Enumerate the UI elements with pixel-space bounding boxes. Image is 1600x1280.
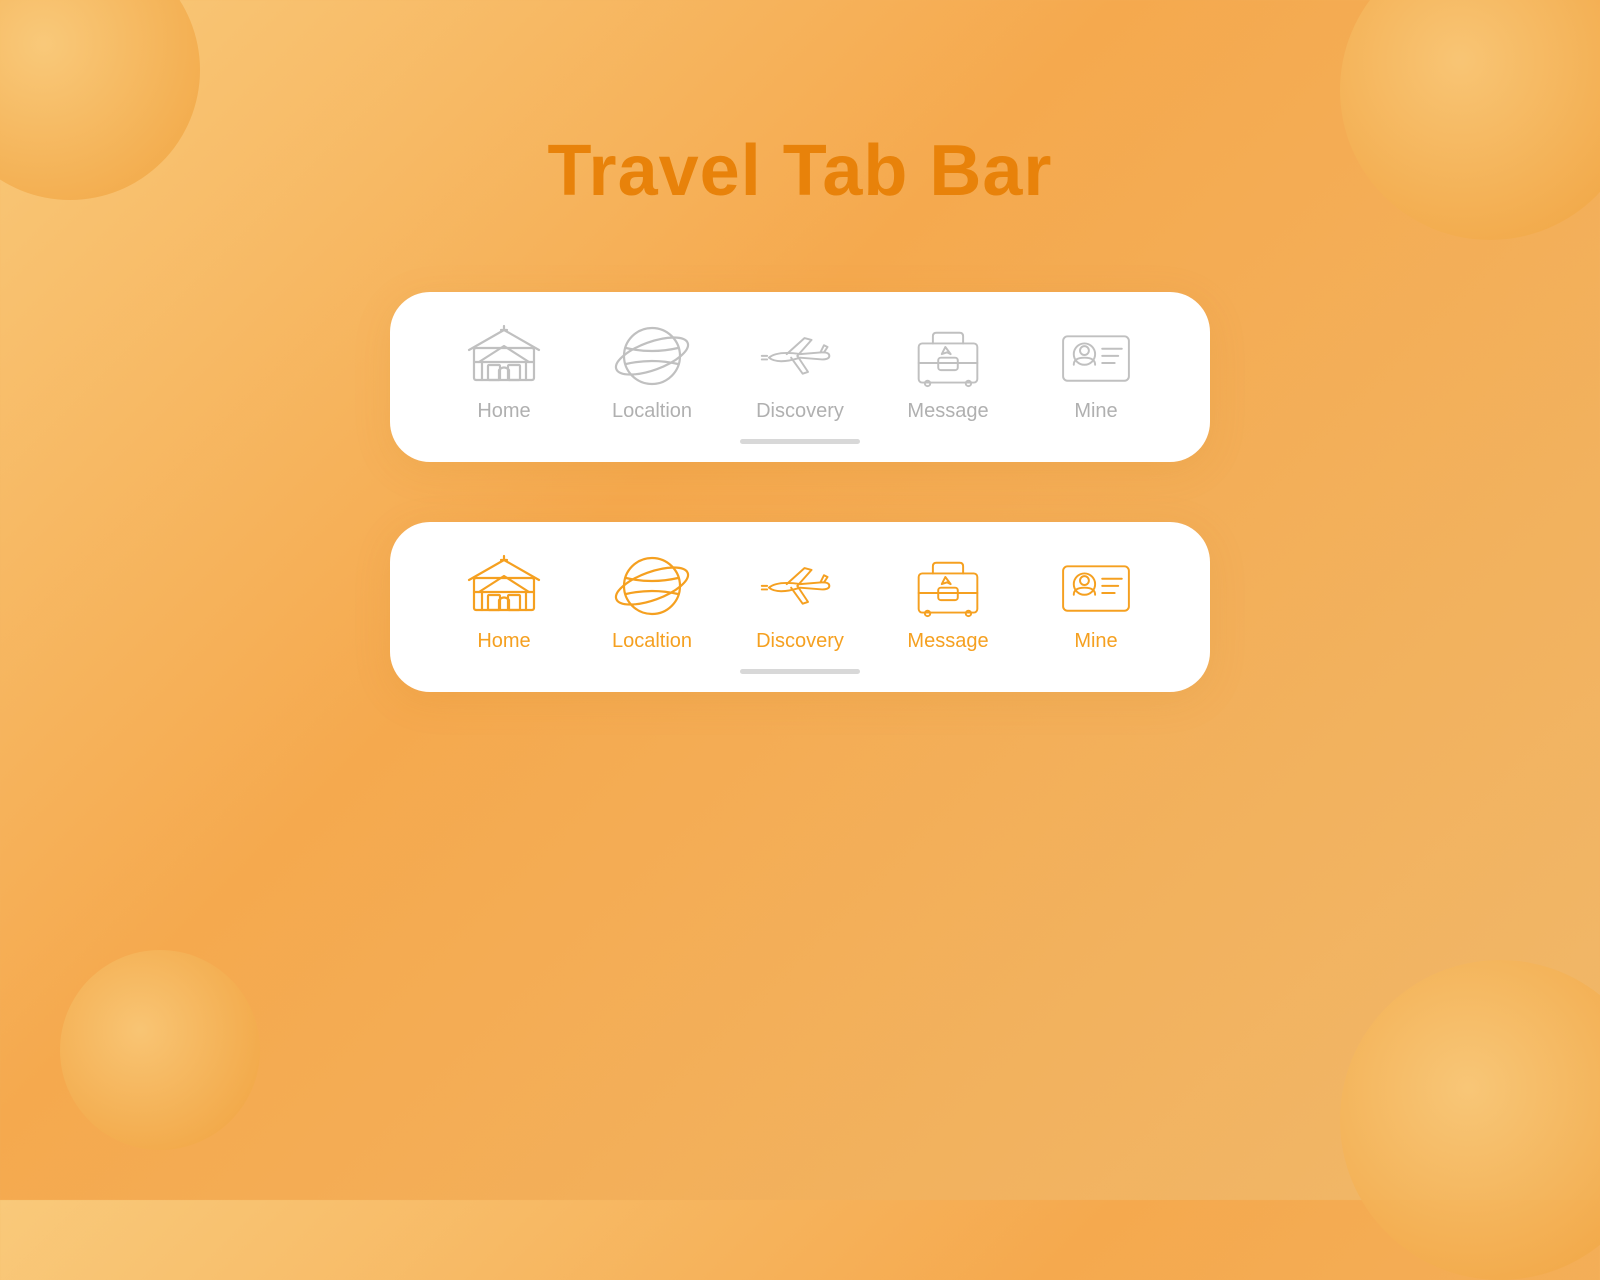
discovery-icon-active <box>760 550 840 620</box>
tab-label-message-active: Message <box>907 630 988 653</box>
decorative-circle-bl <box>60 950 260 1150</box>
tab-label-mine-inactive: Mine <box>1074 400 1117 423</box>
decorative-circle-tl <box>0 0 200 200</box>
mine-icon-inactive <box>1056 320 1136 390</box>
decorative-circle-br <box>1340 960 1600 1280</box>
tab-bar-indicator-inactive <box>740 439 860 444</box>
tab-label-home-active: Home <box>477 630 530 653</box>
tab-item-home-active[interactable]: Home <box>444 550 564 653</box>
tab-bar-items-active: Home Localtion <box>430 550 1170 653</box>
tab-item-mine-active[interactable]: Mine <box>1036 550 1156 653</box>
tab-bar-indicator-active <box>740 669 860 674</box>
tab-bar-active: Home Localtion <box>390 522 1210 692</box>
tab-item-mine-inactive[interactable]: Mine <box>1036 320 1156 423</box>
tab-label-message-inactive: Message <box>907 400 988 423</box>
tab-item-home-inactive[interactable]: Home <box>444 320 564 423</box>
discovery-icon-inactive <box>760 320 840 390</box>
message-icon-active <box>908 550 988 620</box>
tab-label-location-inactive: Localtion <box>612 400 692 423</box>
tab-item-discovery-active[interactable]: Discovery <box>740 550 860 653</box>
tab-label-mine-active: Mine <box>1074 630 1117 653</box>
page-title: Travel Tab Bar <box>548 130 1053 212</box>
home-icon-active <box>464 550 544 620</box>
mine-icon-active <box>1056 550 1136 620</box>
tab-item-discovery-inactive[interactable]: Discovery <box>740 320 860 423</box>
tab-label-location-active: Localtion <box>612 630 692 653</box>
tab-item-message-active[interactable]: Message <box>888 550 1008 653</box>
tab-label-discovery-active: Discovery <box>756 630 844 653</box>
home-icon-inactive <box>464 320 544 390</box>
tab-item-location-active[interactable]: Localtion <box>592 550 712 653</box>
tab-bar-items-inactive: Home Localtion <box>430 320 1170 423</box>
tab-label-home-inactive: Home <box>477 400 530 423</box>
tab-label-discovery-inactive: Discovery <box>756 400 844 423</box>
tab-item-location-inactive[interactable]: Localtion <box>592 320 712 423</box>
location-icon-active <box>612 550 692 620</box>
tab-item-message-inactive[interactable]: Message <box>888 320 1008 423</box>
tab-bar-inactive: Home Localtion <box>390 292 1210 462</box>
message-icon-inactive <box>908 320 988 390</box>
decorative-circle-tr <box>1340 0 1600 240</box>
location-icon-inactive <box>612 320 692 390</box>
tab-bars-container: Home Localtion <box>390 292 1210 692</box>
